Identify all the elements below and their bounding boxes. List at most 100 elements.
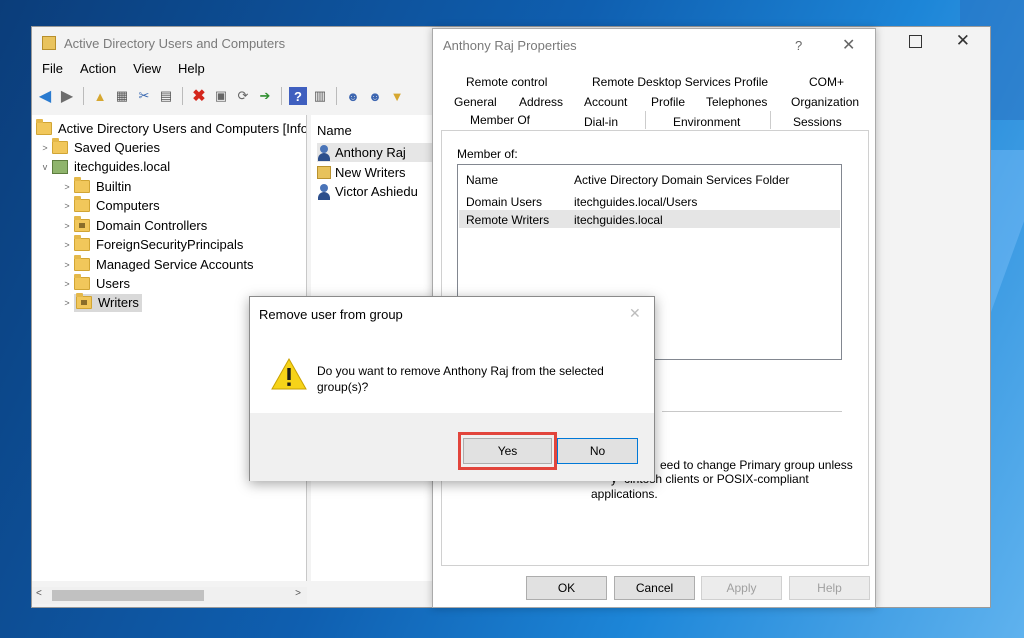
delete-icon[interactable]: ✖ [190,87,208,105]
filter-icon[interactable]: ▼ [388,87,406,105]
tab-member-of[interactable]: Member Of [470,113,530,127]
scrollbar-thumb[interactable] [52,590,204,601]
tree-item-computers[interactable]: > Computers [60,196,160,215]
remove-user-confirm-dialog: Remove user from group ✕ Do you want to … [249,296,655,481]
tab-rds-profile[interactable]: Remote Desktop Services Profile [592,75,768,89]
aduc-root-icon [36,119,52,135]
menu-help[interactable]: Help [178,61,205,76]
yes-button[interactable]: Yes [463,438,552,464]
tree-item-label: Computers [96,198,160,213]
folder-icon [74,274,90,290]
properties-icon[interactable]: ▣ [212,87,230,105]
user-icon [317,183,331,200]
tab-dial-in[interactable]: Dial-in [584,115,618,129]
column-header-name[interactable]: Name [466,173,498,187]
no-button[interactable]: No [557,438,638,464]
name-column-header[interactable]: Name [317,123,352,138]
scroll-right-arrow-icon[interactable]: > [295,588,301,599]
chevron-right-icon[interactable]: > [60,201,74,211]
ou-folder-icon [76,293,92,309]
tab-general[interactable]: General [454,95,497,109]
tab-telephones[interactable]: Telephones [706,95,767,109]
row-group-folder: itechguides.local/Users [574,195,698,209]
chevron-right-icon[interactable]: > [60,279,74,289]
list-item-anthony-raj[interactable]: Anthony Raj [317,143,433,162]
cut-icon[interactable]: ✂ [135,87,153,105]
primary-group-note-line1: eed to change Primary group unless [660,458,853,472]
chevron-right-icon[interactable]: > [60,298,74,308]
menu-view[interactable]: View [133,61,161,76]
ou-folder-icon [74,216,90,232]
scroll-left-arrow-icon[interactable]: < [36,588,42,599]
tab-sessions[interactable]: Sessions [793,115,842,129]
tree-item-saved-queries[interactable]: > Saved Queries [38,138,160,157]
list-item-victor-ashiedu[interactable]: Victor Ashiedu [317,182,418,201]
forward-arrow-icon[interactable]: ▶ [58,87,76,105]
tree-item-label: Managed Service Accounts [96,257,254,272]
chevron-right-icon[interactable]: > [60,182,74,192]
tree-horizontal-scrollbar[interactable]: < > [32,587,307,604]
tab-organization[interactable]: Organization [791,95,859,109]
tab-environment[interactable]: Environment [673,115,740,129]
tree-item-label: Saved Queries [74,140,160,155]
tree-root[interactable]: Active Directory Users and Computers [In… [36,119,306,138]
new-user-icon[interactable]: ☻ [344,87,362,105]
table-row[interactable]: Domain Users itechguides.local/Users [459,192,840,210]
close-window-button[interactable]: ✕ [956,31,970,51]
new-group-icon[interactable]: ☻ [366,87,384,105]
row-group-folder: itechguides.local [574,213,663,227]
chevron-right-icon[interactable]: > [38,143,52,153]
selected-tree-item: Writers [74,293,142,312]
toolbar: ◀ ▶ ▲ ▦ ✂ ▤ ✖ ▣ ⟳ ➔ ? ▥ ☻ ☻ ▼ [36,84,406,108]
tab-address[interactable]: Address [519,95,563,109]
chevron-down-icon[interactable]: v [38,162,52,172]
list-item-label: New Writers [335,165,406,180]
console-icon[interactable]: ▥ [311,87,329,105]
toolbar-separator [83,87,84,105]
show-hide-console-tree-icon[interactable]: ▦ [113,87,131,105]
menu-file[interactable]: File [42,61,63,76]
tree-item-label: Builtin [96,179,132,194]
maximize-button[interactable] [909,35,922,48]
tab-strip: Remote control Remote Desktop Services P… [433,69,877,131]
up-folder-icon[interactable]: ▲ [91,87,109,105]
back-arrow-icon[interactable]: ◀ [36,87,54,105]
tab-profile[interactable]: Profile [651,95,685,109]
list-item-label: Anthony Raj [335,145,406,160]
list-item-new-writers[interactable]: New Writers [317,163,406,182]
tree-item-label: Users [96,276,130,291]
export-list-icon[interactable]: ➔ [256,87,274,105]
chevron-right-icon[interactable]: > [60,240,74,250]
chevron-right-icon[interactable]: > [60,260,74,270]
help-icon[interactable]: ? [289,87,307,105]
copy-icon[interactable]: ▤ [157,87,175,105]
cancel-button[interactable]: Cancel [614,576,695,600]
folder-icon [74,235,90,251]
refresh-icon[interactable]: ⟳ [234,87,252,105]
column-header-folder[interactable]: Active Directory Domain Services Folder [574,173,789,187]
tree-item-domain[interactable]: v itechguides.local [38,157,170,176]
help-button[interactable]: Help [789,576,870,600]
close-dialog-icon[interactable]: ✕ [629,305,641,322]
tree-item-label: Domain Controllers [96,218,208,233]
tree-item-users[interactable]: > Users [60,274,130,293]
close-dialog-icon[interactable]: ✕ [842,35,855,55]
tree-item-managed-service-accounts[interactable]: > Managed Service Accounts [60,255,254,274]
tab-divider [770,111,771,129]
tree-item-foreign-security-principals[interactable]: > ForeignSecurityPrincipals [60,235,243,254]
ok-button[interactable]: OK [526,576,607,600]
menu-action[interactable]: Action [80,61,116,76]
aduc-app-icon [42,36,56,50]
tree-item-writers[interactable]: > Writers [60,293,142,312]
tree-item-domain-controllers[interactable]: > Domain Controllers [60,216,207,235]
table-row-selected[interactable]: Remote Writers itechguides.local [459,210,840,228]
confirm-message-line1: Do you want to remove Anthony Raj from t… [317,364,604,378]
help-question-button[interactable]: ? [795,38,802,53]
chevron-right-icon[interactable]: > [60,221,74,231]
tab-divider [645,111,646,129]
tab-account[interactable]: Account [584,95,627,109]
tab-com-plus[interactable]: COM+ [809,75,844,89]
tree-item-builtin[interactable]: > Builtin [60,177,131,196]
tab-remote-control[interactable]: Remote control [466,75,547,89]
apply-button[interactable]: Apply [701,576,782,600]
